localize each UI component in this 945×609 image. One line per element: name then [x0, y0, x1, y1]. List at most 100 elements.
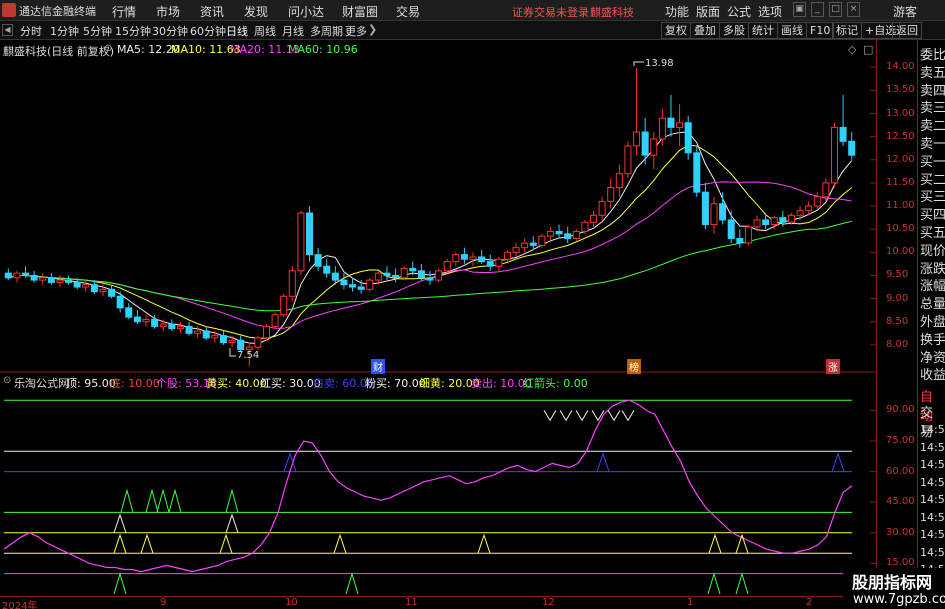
signal-spike	[831, 452, 845, 472]
side-label[interactable]: 卖二	[920, 115, 945, 134]
candle-body	[116, 295, 124, 309]
side-label[interactable]: 买一	[920, 151, 945, 170]
candle-body	[366, 279, 374, 290]
side-label[interactable]: 净资	[920, 347, 945, 366]
candle-body	[142, 318, 150, 323]
price-tick-label: 11.50	[886, 176, 915, 188]
candle-body	[228, 339, 236, 344]
price-tick-label: 10.50	[886, 223, 915, 235]
signal-spike	[168, 488, 182, 513]
candle-body	[641, 131, 649, 156]
candle-body	[478, 256, 486, 263]
price-tick-label: 9.50	[886, 269, 909, 281]
candle-body	[813, 196, 821, 207]
indicator-tick-label: 90.00	[886, 404, 915, 416]
candle-body	[133, 316, 141, 323]
candle-body	[521, 242, 529, 249]
side-label[interactable]: 卖四	[920, 80, 945, 99]
candle-body	[417, 270, 425, 279]
ma5-line	[8, 131, 853, 345]
candle-body	[590, 214, 598, 223]
side-label[interactable]: 卖一	[920, 133, 945, 152]
candle-body	[676, 122, 684, 128]
tick-time: 14:56	[920, 545, 945, 559]
rise-marker[interactable]: 涨	[826, 359, 840, 374]
side-label[interactable]: 涨跌	[920, 258, 945, 277]
side-label[interactable]: 卖三	[920, 97, 945, 116]
side-label[interactable]: 换手	[920, 329, 945, 348]
candle-body	[13, 272, 21, 279]
candle-body	[211, 335, 219, 339]
side-label[interactable]: 委比	[920, 44, 945, 63]
side-label[interactable]: 买四	[920, 204, 945, 223]
side-label[interactable]: 涨幅	[920, 275, 945, 294]
candle-body	[349, 284, 357, 288]
candle-body	[288, 270, 296, 297]
candle-body	[409, 268, 417, 272]
side-label[interactable]: 总量	[920, 293, 945, 312]
candle-body	[650, 138, 658, 156]
candle-body	[546, 231, 554, 237]
side-label[interactable]: 买五	[920, 222, 945, 241]
candle-body	[538, 235, 546, 246]
watermark-url: www.7gpzb.com	[853, 592, 945, 607]
time-label: 11	[405, 597, 418, 608]
candle-body	[701, 191, 709, 226]
tick-time: 14:56	[920, 510, 945, 524]
signal-spike	[591, 410, 605, 422]
side-label[interactable]: 买二	[920, 169, 945, 188]
time-label: 9	[160, 597, 167, 608]
signal-spike	[225, 513, 239, 533]
time-label: 1	[687, 597, 694, 608]
time-label: 2024年	[2, 601, 38, 609]
candle-body	[383, 272, 391, 276]
time-label: 2	[806, 597, 813, 608]
candle-body	[340, 279, 348, 286]
signal-spike	[559, 410, 573, 422]
candle-body	[796, 210, 804, 216]
candle-body	[176, 325, 184, 330]
candle-body	[82, 284, 90, 288]
candle-body	[435, 270, 443, 281]
price-tick-label: 11.00	[886, 200, 915, 212]
price-tick-label: 12.50	[886, 130, 915, 142]
candle-body	[719, 203, 727, 221]
price-tick-label: 10.00	[886, 246, 915, 258]
signal-spike	[113, 513, 127, 533]
candle-body	[684, 122, 692, 154]
candle-body	[254, 337, 262, 348]
indicator-line	[3, 399, 853, 573]
chart-canvas[interactable]	[0, 0, 945, 609]
signal-spike	[607, 410, 621, 422]
signal-spike	[575, 410, 589, 422]
candle-body	[633, 131, 641, 147]
signal-spike	[345, 572, 359, 595]
candle-body	[357, 286, 365, 290]
price-tick-label: 8.00	[886, 338, 909, 350]
indicator-tick-label: 45.00	[886, 496, 915, 508]
candle-body	[555, 231, 563, 235]
price-tick-label: 12.00	[886, 153, 915, 165]
candle-body	[822, 182, 830, 198]
side-label[interactable]: 买三	[920, 186, 945, 205]
side-label[interactable]: 卖五	[920, 62, 945, 81]
side-label[interactable]: 现价	[920, 240, 945, 259]
candle-body	[564, 233, 572, 239]
tick-time: 14:56	[920, 528, 945, 541]
indicator-tick-label: 75.00	[886, 435, 915, 446]
signal-spike	[145, 488, 159, 513]
watermark: 股朋指标网 www.7gpzb.com	[843, 568, 945, 609]
signal-spike	[120, 488, 134, 513]
rank-marker[interactable]: 榜	[627, 359, 641, 374]
price-tick-label: 9.00	[886, 292, 909, 304]
candle-body	[30, 274, 38, 281]
candle-body	[202, 330, 210, 339]
high-leader	[633, 61, 644, 66]
candle-body	[512, 247, 520, 253]
signal-spike	[543, 410, 557, 422]
finance-marker[interactable]: 财	[371, 359, 385, 374]
signal-spike	[708, 533, 722, 554]
low-leader	[229, 348, 236, 357]
side-label[interactable]: 外盘	[920, 311, 945, 330]
side-label[interactable]: 收益	[920, 364, 945, 383]
